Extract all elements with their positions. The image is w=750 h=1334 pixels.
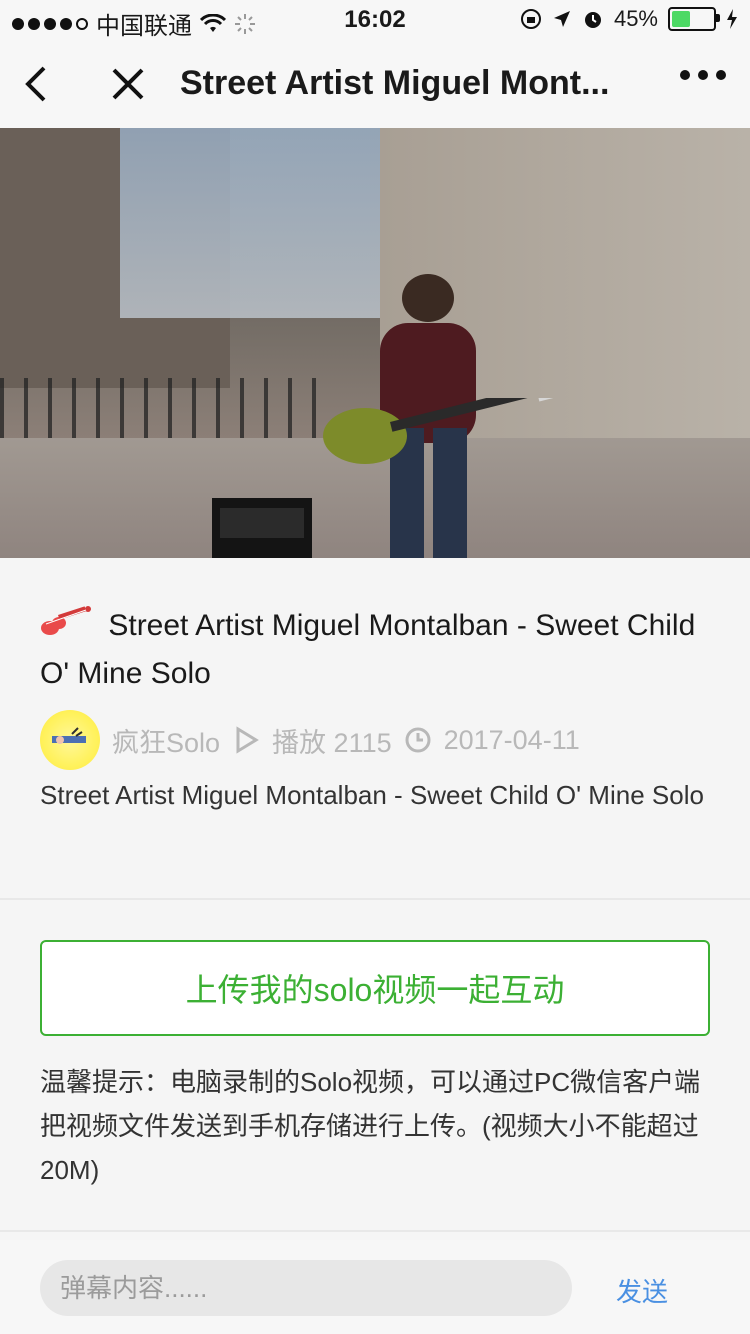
alarm-icon: [584, 12, 601, 28]
play-icon: [236, 726, 259, 754]
post-date: 2017-04-11: [443, 724, 580, 755]
divider: [0, 898, 750, 900]
status-right: 45%: [520, 6, 738, 32]
battery-icon: [668, 7, 720, 31]
bottom-divider: [0, 1230, 750, 1232]
page-title: Street Artist Miguel Mont...: [180, 64, 610, 102]
nav-bar: Street Artist Miguel Mont...: [0, 40, 750, 129]
author-name[interactable]: 疯狂Solo: [112, 721, 220, 760]
close-icon[interactable]: [110, 66, 146, 102]
more-icon[interactable]: [680, 70, 726, 80]
battery-percent: 45%: [613, 6, 658, 31]
chevron-left-icon[interactable]: [20, 64, 50, 104]
charging-icon: [727, 9, 737, 29]
video-player[interactable]: [0, 128, 750, 558]
status-bar: 中国联通 16:02 45%: [0, 0, 750, 40]
avatar[interactable]: [40, 710, 100, 770]
danmu-input[interactable]: [40, 1260, 572, 1316]
post-title-row: Street Artist Miguel Montalban - Sweet C…: [40, 602, 710, 698]
post-meta: 疯狂Solo 播放 2115 2017-04-11: [40, 710, 580, 770]
bottom-bar: 发送: [0, 1240, 750, 1334]
upload-button-label: 上传我的solo视频一起互动: [185, 972, 565, 1008]
play-count: 播放 2115: [272, 727, 392, 758]
video-guitar: [323, 398, 559, 464]
upload-tip: 温馨提示：电脑录制的Solo视频，可以通过PC微信客户端把视频文件发送到手机存储…: [40, 1067, 701, 1185]
guitar-icon: [41, 606, 91, 635]
post-title: Street Artist Miguel Montalban - Sweet C…: [40, 609, 696, 690]
video-amp: [212, 498, 312, 558]
send-button[interactable]: 发送: [616, 1272, 668, 1309]
post-description: Street Artist Miguel Montalban - Sweet C…: [40, 780, 704, 810]
location-icon: [553, 11, 570, 27]
upload-solo-video-button[interactable]: 上传我的solo视频一起互动: [40, 940, 710, 1036]
clock-icon: [405, 727, 431, 753]
rotation-lock-icon: [520, 9, 541, 29]
